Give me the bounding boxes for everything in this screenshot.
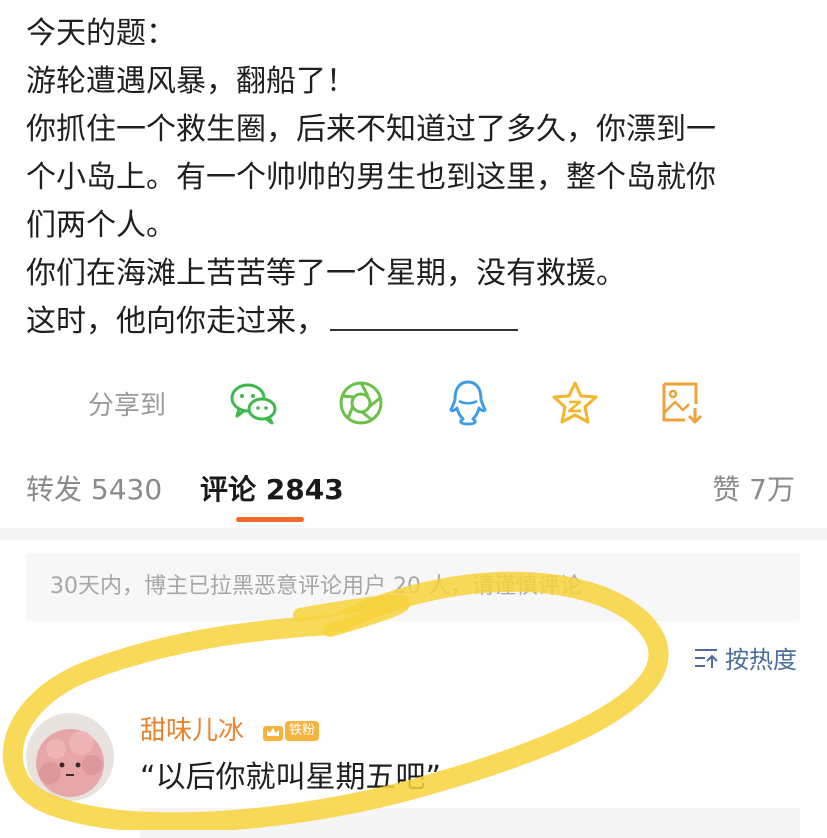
crown-icon — [263, 726, 283, 741]
post-line: 你抓住一个救生圈，后来不知道过了多久，你漂到一 — [26, 112, 716, 147]
share-row: 分享到 — [88, 377, 788, 429]
section-divider — [0, 528, 827, 540]
sort-by-hot-button[interactable]: 按热度 — [693, 640, 797, 675]
qzone-icon[interactable] — [549, 377, 601, 429]
qq-icon[interactable] — [442, 377, 494, 429]
moments-icon[interactable] — [335, 377, 387, 429]
save-image-icon[interactable] — [656, 377, 708, 429]
fan-badge: 铁粉 — [262, 718, 320, 744]
post-line-last: 这时，他向你走过来， — [26, 298, 816, 346]
post-line: 今天的题： — [26, 16, 176, 51]
post-content: 今天的题： 游轮遭遇风暴，翻船了！ 你抓住一个救生圈，后来不知道过了多久，你漂到… — [26, 10, 816, 346]
comment-username[interactable]: 甜味儿冰 — [140, 710, 244, 747]
post-line: 你们在海滩上苦苦等了一个星期，没有救援。 — [26, 256, 626, 291]
tab-repost[interactable]: 转发 5430 — [26, 468, 162, 508]
active-tab-indicator — [236, 517, 304, 522]
sort-icon — [695, 648, 718, 668]
wechat-icon[interactable] — [228, 377, 280, 429]
tab-bar: 转发 5430 评论 2843 赞 7万 — [0, 462, 827, 522]
reply-preview-box — [140, 808, 800, 838]
post-line: 个小岛上。有一个帅帅的男生也到这里，整个岛就你 — [26, 160, 716, 195]
tab-comment[interactable]: 评论 2843 — [200, 468, 344, 508]
share-label: 分享到 — [88, 390, 167, 421]
fan-badge-label: 铁粉 — [285, 721, 320, 741]
sort-label: 按热度 — [725, 646, 797, 674]
comment-text: “以后你就叫星期五吧” — [140, 760, 442, 795]
block-notice: 30天内，博主已拉黑恶意评论用户 20 人，请谨慎评论 — [26, 553, 800, 621]
tab-like[interactable]: 赞 7万 — [712, 468, 795, 508]
fill-in-blank — [330, 303, 518, 331]
avatar[interactable] — [26, 713, 114, 801]
post-line-text: 这时，他向你走过来， — [26, 304, 326, 339]
post-line: 们两个人。 — [26, 208, 176, 243]
post-line: 游轮遭遇风暴，翻船了！ — [26, 64, 356, 99]
